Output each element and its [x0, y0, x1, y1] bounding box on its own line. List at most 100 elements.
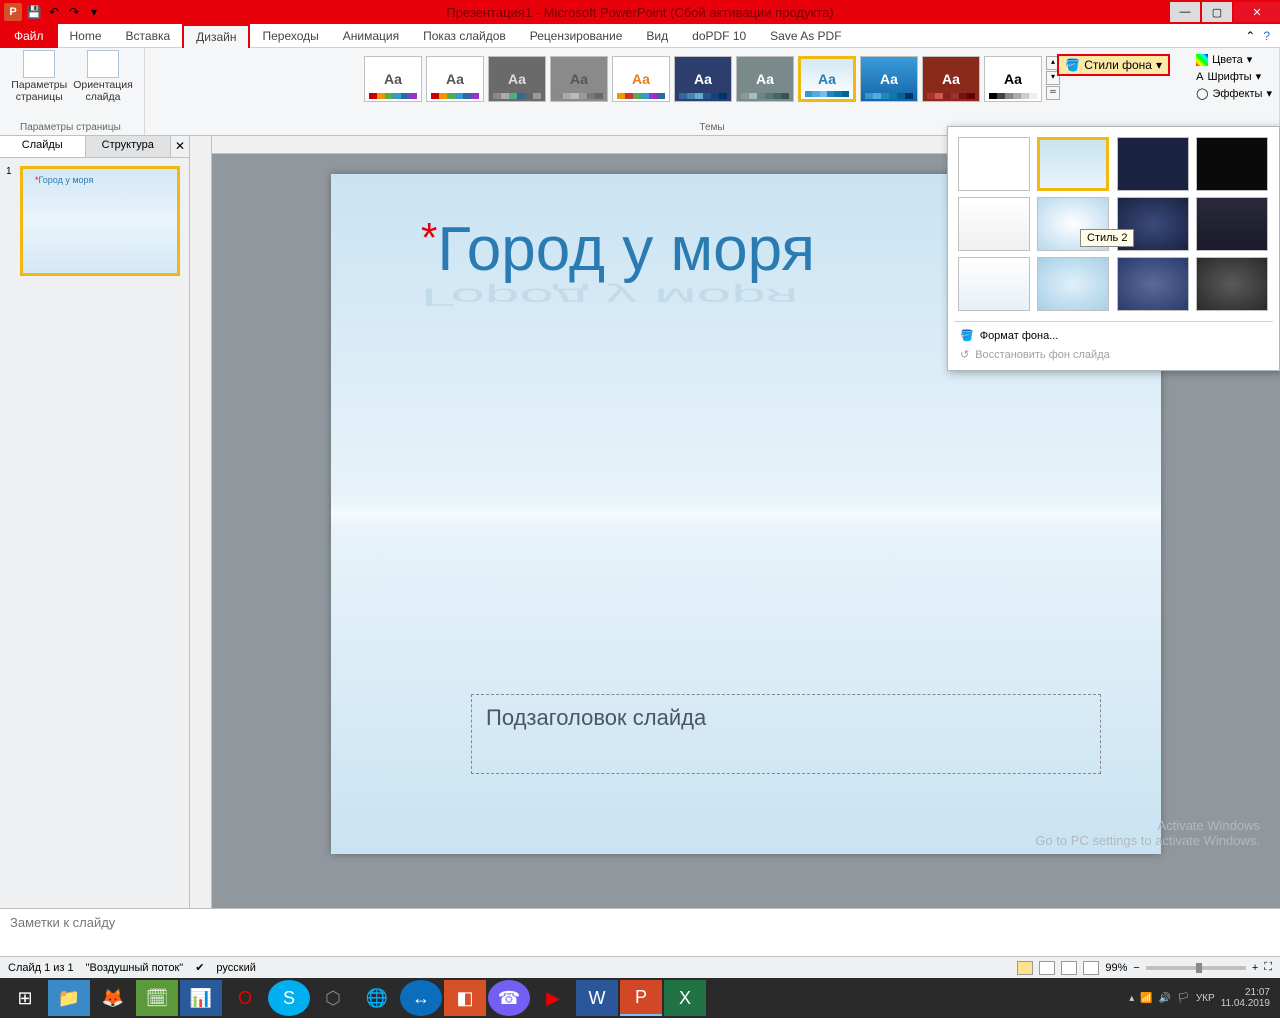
opera-icon[interactable]: O	[224, 980, 266, 1016]
colors-dropdown[interactable]: Цвета ▾	[1192, 52, 1276, 67]
view-sorter-button[interactable]	[1039, 961, 1055, 975]
bg-style-4[interactable]	[1196, 137, 1268, 191]
windows-watermark: Activate Windows Go to PC settings to ac…	[1035, 818, 1260, 848]
powerpoint-logo-icon: P	[4, 3, 22, 21]
tab-insert[interactable]: Вставка	[114, 24, 183, 48]
tab-saveaspdf[interactable]: Save As PDF	[758, 24, 853, 48]
zoom-out-icon[interactable]: −	[1133, 962, 1139, 974]
group-label-themes: Темы	[699, 122, 724, 133]
app-icon-1[interactable]: 🗓	[136, 980, 178, 1016]
volume-icon[interactable]: 🔊	[1159, 993, 1171, 1004]
viber-icon[interactable]: ☎	[488, 980, 530, 1016]
fonts-dropdown[interactable]: AШрифты ▾	[1192, 69, 1276, 84]
save-icon[interactable]: 💾	[26, 4, 42, 20]
help-icon[interactable]: ?	[1263, 29, 1270, 43]
file-explorer-icon[interactable]: 📁	[48, 980, 90, 1016]
theme-thumb-2[interactable]: Aa	[426, 56, 484, 102]
format-background-menu[interactable]: 🪣Формат фона...	[954, 326, 1273, 345]
window-controls: — ▢ ✕	[1168, 2, 1280, 22]
notes-pane[interactable]: Заметки к слайду	[0, 908, 1280, 956]
theme-thumb-1[interactable]: Aa	[364, 56, 422, 102]
tab-dopdf[interactable]: doPDF 10	[680, 24, 758, 48]
tab-transitions[interactable]: Переходы	[250, 24, 330, 48]
zoom-value[interactable]: 99%	[1105, 962, 1127, 974]
page-setup-button[interactable]: Параметры страницы	[11, 50, 67, 103]
tray-up-icon[interactable]: ▴	[1129, 993, 1134, 1004]
theme-thumb-5[interactable]: Aa	[612, 56, 670, 102]
redo-icon[interactable]: ↷	[66, 4, 82, 20]
zoom-in-icon[interactable]: +	[1252, 962, 1258, 974]
fit-window-icon[interactable]: ⛶	[1264, 961, 1272, 974]
status-language[interactable]: русский	[216, 962, 255, 974]
spellcheck-icon[interactable]: ✔	[195, 961, 204, 974]
bg-style-10[interactable]	[1037, 257, 1109, 311]
theme-thumb-4[interactable]: Aa	[550, 56, 608, 102]
chrome-icon[interactable]: 🌐	[356, 980, 398, 1016]
excel-icon[interactable]: X	[664, 980, 706, 1016]
bg-style-5[interactable]	[958, 197, 1030, 251]
tab-file[interactable]: Файл	[0, 24, 58, 48]
bg-style-2[interactable]	[1037, 137, 1109, 191]
bg-style-1[interactable]	[958, 137, 1030, 191]
minimize-button[interactable]: —	[1170, 2, 1200, 22]
tab-design[interactable]: Дизайн	[182, 24, 250, 48]
skype-icon[interactable]: S	[268, 980, 310, 1016]
effects-dropdown[interactable]: ◯Эффекты ▾	[1192, 86, 1276, 101]
tab-animations[interactable]: Анимация	[331, 24, 411, 48]
panel-close-icon[interactable]: ✕	[171, 136, 189, 157]
bg-style-12[interactable]	[1196, 257, 1268, 311]
tab-slides[interactable]: Слайды	[0, 136, 86, 157]
view-normal-button[interactable]	[1017, 961, 1033, 975]
undo-icon[interactable]: ↶	[46, 4, 62, 20]
bg-style-3[interactable]	[1117, 137, 1189, 191]
app-icon-5[interactable]: ▶	[532, 980, 574, 1016]
theme-thumb-11[interactable]: Aa	[984, 56, 1042, 102]
network-icon[interactable]: 📶	[1140, 993, 1152, 1004]
app-icon-4[interactable]: ◧	[444, 980, 486, 1016]
word-icon[interactable]: W	[576, 980, 618, 1016]
tab-slideshow[interactable]: Показ слайдов	[411, 24, 518, 48]
ribbon-minimize-icon[interactable]: ⌃	[1245, 29, 1255, 43]
theme-thumb-9[interactable]: Aa	[860, 56, 918, 102]
background-styles-button[interactable]: 🪣 Стили фона ▾	[1057, 54, 1170, 76]
start-button[interactable]: ⊞	[4, 980, 46, 1016]
bg-style-9[interactable]	[958, 257, 1030, 311]
flag-icon[interactable]: 🏳	[1177, 993, 1190, 1004]
tray-lang[interactable]: УКР	[1196, 993, 1215, 1004]
slides-panel: Слайды Структура ✕ 1 *Город у моря	[0, 136, 190, 908]
app-icon-2[interactable]: 📊	[180, 980, 222, 1016]
quick-access-toolbar: P 💾 ↶ ↷ ▾	[0, 3, 106, 21]
view-slideshow-button[interactable]	[1083, 961, 1099, 975]
teamviewer-icon[interactable]: ↔	[400, 980, 442, 1016]
theme-thumb-7[interactable]: Aa	[736, 56, 794, 102]
slide-thumbnail-1[interactable]: *Город у моря	[20, 166, 180, 276]
bg-style-8[interactable]	[1196, 197, 1268, 251]
qat-dropdown-icon[interactable]: ▾	[86, 4, 102, 20]
windows-taskbar: ⊞ 📁 🦊 🗓 📊 O S ⬡ 🌐 ↔ ◧ ☎ ▶ W P X ▴ 📶 🔊 🏳 …	[0, 978, 1280, 1018]
status-theme: "Воздушный поток"	[86, 962, 184, 974]
theme-thumb-8[interactable]: Aa	[798, 56, 856, 102]
orientation-icon	[87, 50, 119, 78]
theme-thumb-3[interactable]: Aa	[488, 56, 546, 102]
powerpoint-icon[interactable]: P	[620, 980, 662, 1016]
firefox-icon[interactable]: 🦊	[92, 980, 134, 1016]
tab-review[interactable]: Рецензирование	[518, 24, 635, 48]
background-styles-dropdown: Стиль 2 🪣Формат фона... ↺Восстановить фо…	[947, 126, 1280, 371]
close-button[interactable]: ✕	[1234, 2, 1280, 22]
bg-style-11[interactable]	[1117, 257, 1189, 311]
tab-view[interactable]: Вид	[634, 24, 680, 48]
tray-clock[interactable]: 21:07 11.04.2019	[1221, 987, 1270, 1009]
system-tray: ▴ 📶 🔊 🏳 УКР 21:07 11.04.2019	[1129, 987, 1276, 1009]
tab-home[interactable]: Home	[58, 24, 114, 48]
subtitle-placeholder[interactable]: Подзаголовок слайда	[471, 694, 1101, 774]
view-reading-button[interactable]	[1061, 961, 1077, 975]
theme-thumb-6[interactable]: Aa	[674, 56, 732, 102]
tab-outline[interactable]: Структура	[86, 136, 172, 157]
slide-orientation-button[interactable]: Ориентация слайда	[73, 50, 133, 103]
zoom-slider[interactable]	[1146, 966, 1246, 970]
status-slide: Слайд 1 из 1	[8, 962, 74, 974]
maximize-button[interactable]: ▢	[1202, 2, 1232, 22]
app-icon-3[interactable]: ⬡	[312, 980, 354, 1016]
bucket-icon: 🪣	[960, 329, 974, 342]
theme-thumb-10[interactable]: Aa	[922, 56, 980, 102]
